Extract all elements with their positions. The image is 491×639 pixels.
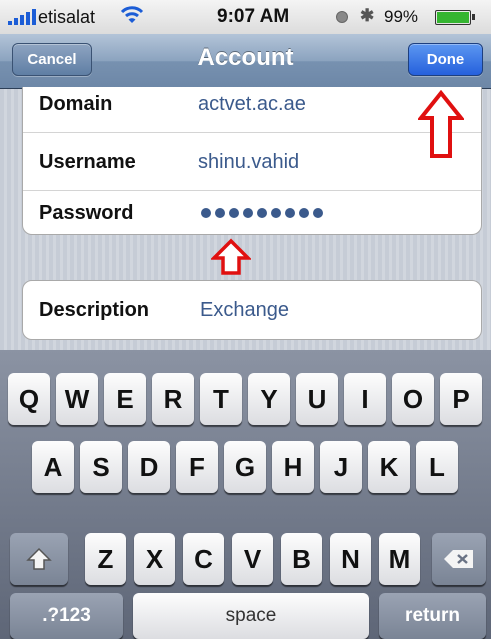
password-row[interactable]: Password — [23, 191, 481, 235]
delete-key[interactable] — [432, 533, 486, 585]
key-i[interactable]: I — [344, 373, 386, 425]
key-f[interactable]: F — [176, 441, 218, 493]
password-dot — [271, 208, 281, 218]
password-dot — [215, 208, 225, 218]
key-w[interactable]: W — [56, 373, 98, 425]
password-dot — [243, 208, 253, 218]
key-q[interactable]: Q — [8, 373, 50, 425]
signal-icon — [8, 9, 36, 25]
password-label: Password — [39, 202, 134, 224]
key-u[interactable]: U — [296, 373, 338, 425]
key-e[interactable]: E — [104, 373, 146, 425]
done-button[interactable]: Done — [408, 43, 483, 76]
username-row[interactable]: Username shinu.vahid — [23, 133, 481, 191]
key-d[interactable]: D — [128, 441, 170, 493]
battery-percent: 99% — [384, 7, 419, 26]
description-row[interactable]: Description Exchange — [23, 281, 481, 339]
password-dot — [285, 208, 295, 218]
description-label: Description — [39, 299, 150, 321]
keyboard: QWERTYUIOP ASDFGHJKL ZXCVBNM .?123 space… — [0, 350, 491, 639]
key-g[interactable]: G — [224, 441, 266, 493]
key-y[interactable]: Y — [248, 373, 290, 425]
key-h[interactable]: H — [272, 441, 314, 493]
password-dot — [229, 208, 239, 218]
battery-icon — [435, 10, 475, 25]
carrier-name: etisalat — [38, 7, 96, 27]
shift-arrow-icon — [26, 547, 52, 570]
backspace-icon — [444, 550, 473, 568]
password-dot — [299, 208, 309, 218]
domain-label: Domain — [39, 93, 113, 115]
key-o[interactable]: O — [392, 373, 434, 425]
key-c[interactable]: C — [183, 533, 224, 585]
key-s[interactable]: S — [80, 441, 122, 493]
domain-row[interactable]: Domain actvet.ac.ae — [23, 75, 481, 133]
clock: 9:07 AM — [217, 6, 290, 27]
key-a[interactable]: A — [32, 441, 74, 493]
key-b[interactable]: B — [281, 533, 322, 585]
credentials-group: Domain actvet.ac.ae Username shinu.vahid… — [22, 87, 482, 235]
description-group: Description Exchange — [22, 280, 482, 340]
numbers-key[interactable]: .?123 — [10, 593, 123, 639]
key-l[interactable]: L — [416, 441, 458, 493]
domain-field[interactable]: actvet.ac.ae — [198, 75, 306, 133]
username-label: Username — [39, 151, 136, 173]
wifi-icon — [120, 6, 144, 23]
key-v[interactable]: V — [232, 533, 273, 585]
key-p[interactable]: P — [440, 373, 482, 425]
key-r[interactable]: R — [152, 373, 194, 425]
key-j[interactable]: J — [320, 441, 362, 493]
bluetooth-icon: ✱ — [360, 6, 375, 25]
description-field[interactable]: Exchange — [200, 281, 289, 339]
space-key[interactable]: space — [133, 593, 369, 639]
key-k[interactable]: K — [368, 441, 410, 493]
password-dot — [313, 208, 323, 218]
key-m[interactable]: M — [379, 533, 420, 585]
key-x[interactable]: X — [134, 533, 175, 585]
username-field[interactable]: shinu.vahid — [198, 133, 299, 191]
password-dot — [257, 208, 267, 218]
key-n[interactable]: N — [330, 533, 371, 585]
key-z[interactable]: Z — [85, 533, 126, 585]
status-bar: etisalat 9:07 AM ✱ 99% — [0, 0, 491, 34]
password-dot — [201, 208, 211, 218]
return-key[interactable]: return — [379, 593, 486, 639]
lock-rotation-icon — [336, 11, 348, 23]
arrow-to-password-field — [211, 238, 251, 275]
password-field[interactable] — [201, 208, 323, 218]
key-t[interactable]: T — [200, 373, 242, 425]
shift-key[interactable] — [10, 533, 68, 585]
arrow-to-done-button — [418, 90, 464, 158]
